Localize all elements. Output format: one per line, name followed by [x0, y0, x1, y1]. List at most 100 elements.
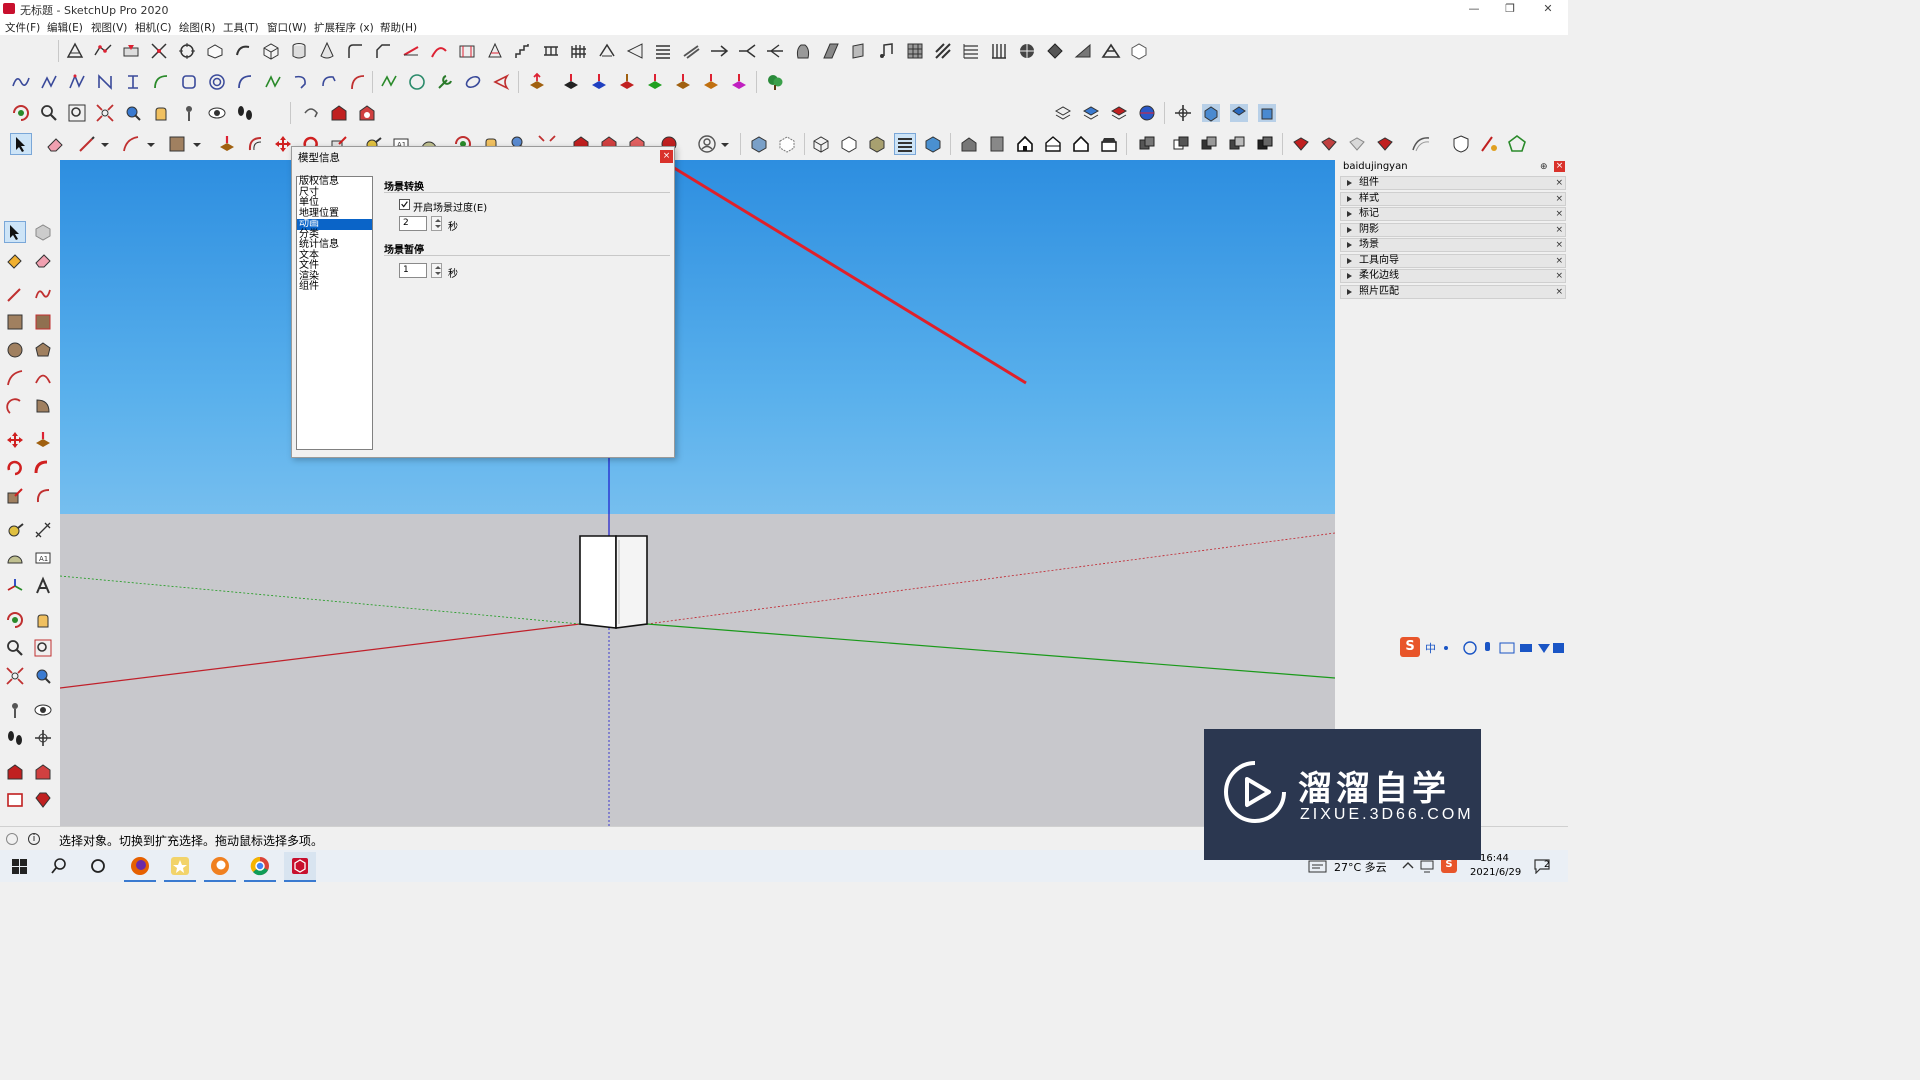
weather-icon[interactable] [1308, 859, 1328, 873]
arrow-pair-icon[interactable] [708, 40, 730, 62]
ellipse-tilt-icon[interactable] [462, 71, 484, 93]
cylinder-icon[interactable] [288, 40, 310, 62]
left-zoom-icon[interactable] [4, 637, 26, 659]
left-pushpull-icon[interactable] [32, 429, 54, 451]
house-icon[interactable] [1014, 133, 1036, 155]
cone-icon[interactable] [316, 40, 338, 62]
extrude-e-icon[interactable] [672, 71, 694, 93]
shape-dropdown-icon[interactable] [190, 133, 204, 155]
square-outline-icon[interactable] [178, 71, 200, 93]
zoom-icon[interactable] [38, 102, 60, 124]
extrude-f-icon[interactable] [700, 71, 722, 93]
tray-item-shadows[interactable]: 阴影 × [1340, 222, 1566, 237]
menu-view[interactable]: 视图(V) [91, 20, 127, 35]
left-select-icon[interactable] [4, 221, 26, 243]
solid-intersect-icon[interactable] [1170, 133, 1192, 155]
category-units[interactable]: 单位 [297, 197, 372, 209]
left-protractor-icon[interactable] [4, 547, 26, 569]
tray-item-components[interactable]: 组件 × [1340, 176, 1566, 190]
columns-icon[interactable] [988, 40, 1010, 62]
left-polygon-icon[interactable] [32, 339, 54, 361]
search-icon[interactable] [51, 858, 67, 874]
offset-icon[interactable] [244, 133, 266, 155]
ramp-icon[interactable] [1072, 40, 1094, 62]
menu-help[interactable]: 帮助(H) [380, 20, 417, 35]
branch-tool-icon[interactable] [764, 40, 786, 62]
position-camera-icon[interactable] [178, 102, 200, 124]
notification-center[interactable]: 2 [1534, 858, 1554, 875]
grid-b-icon[interactable] [932, 40, 954, 62]
triangle-tool-icon[interactable] [624, 40, 646, 62]
bezier-icon[interactable] [10, 71, 32, 93]
left-move-icon[interactable] [4, 429, 26, 451]
extrude-c-icon[interactable] [616, 71, 638, 93]
left-arc-icon[interactable] [4, 367, 26, 389]
left-dimension-icon[interactable] [32, 519, 54, 541]
style-backedges-icon[interactable] [776, 133, 798, 155]
section-plane-d-icon[interactable] [1136, 102, 1158, 124]
user-dropdown-icon[interactable] [718, 133, 732, 155]
outer-shell-icon[interactable] [1290, 133, 1312, 155]
left-eraser-icon[interactable] [32, 249, 54, 271]
view-top-b-icon[interactable] [986, 133, 1008, 155]
menu-window[interactable]: 窗口(W) [267, 20, 307, 35]
category-components[interactable]: 组件 [297, 281, 372, 293]
axes-icon[interactable] [1172, 102, 1194, 124]
taskbar-chrome[interactable] [244, 852, 276, 882]
view-front-icon[interactable] [1256, 102, 1278, 124]
clock-time[interactable]: 16:44 [1480, 853, 1509, 864]
warehouse-c-icon[interactable] [1346, 133, 1368, 155]
extrude-icon[interactable] [526, 71, 548, 93]
line-tool-icon[interactable] [76, 133, 98, 155]
sandbox-scratch-icon[interactable] [92, 40, 114, 62]
grid-a-icon[interactable] [904, 40, 926, 62]
view-iso-icon[interactable] [1200, 102, 1222, 124]
extrude-b-icon[interactable] [588, 71, 610, 93]
taskbar-firefox-2[interactable] [204, 852, 236, 882]
section-plane-c-icon[interactable] [1108, 102, 1130, 124]
extrude-a-icon[interactable] [560, 71, 582, 93]
left-layout-icon[interactable] [4, 789, 26, 811]
walk-icon[interactable] [234, 102, 256, 124]
add-detail-icon[interactable] [204, 40, 226, 62]
left-rotated-rect-icon[interactable] [32, 311, 54, 333]
cube-outline-icon[interactable] [1128, 40, 1150, 62]
door-tool-icon[interactable] [848, 40, 870, 62]
sector-icon[interactable] [490, 71, 512, 93]
extrude-g-icon[interactable] [728, 71, 750, 93]
user-account-icon[interactable] [696, 133, 718, 155]
look-around-icon[interactable] [206, 102, 228, 124]
warehouse-b-icon[interactable] [1318, 133, 1340, 155]
left-3dtext-icon[interactable] [32, 575, 54, 597]
style-textured-icon[interactable] [894, 133, 916, 155]
category-copyright[interactable]: 版权信息 [297, 176, 372, 188]
left-section-icon[interactable] [32, 727, 54, 749]
arc-dropdown-icon[interactable] [144, 133, 158, 155]
tree-icon[interactable] [764, 71, 786, 93]
geo-status-icon[interactable] [6, 833, 18, 845]
zoom-window-icon[interactable] [66, 102, 88, 124]
tray-close-icon[interactable]: × [1554, 161, 1565, 172]
hatch-a-icon[interactable] [820, 40, 842, 62]
hand-undo-icon[interactable] [300, 102, 322, 124]
arc-blue-icon[interactable] [234, 71, 256, 93]
split-tool-icon[interactable] [736, 40, 758, 62]
music-tool-icon[interactable] [876, 40, 898, 62]
scene-transition-checkbox[interactable] [399, 199, 410, 210]
extension-warehouse-icon[interactable] [356, 102, 378, 124]
loft-icon[interactable] [484, 40, 506, 62]
fillet-icon[interactable] [344, 40, 366, 62]
tray-item-instructor[interactable]: 工具向导 × [1340, 253, 1566, 268]
spiral-icon[interactable] [206, 71, 228, 93]
left-text-icon[interactable]: A1 [32, 547, 54, 569]
left-walk-icon[interactable] [4, 727, 26, 749]
line-dropdown-icon[interactable] [98, 133, 112, 155]
solid-trim-icon[interactable] [1226, 133, 1248, 155]
push-pull-icon[interactable] [216, 133, 238, 155]
close-button[interactable]: ✕ [1530, 0, 1566, 18]
hook-icon[interactable] [290, 71, 312, 93]
select-tool-icon[interactable] [10, 133, 32, 155]
pencil-shape-icon[interactable] [1478, 133, 1500, 155]
spline-icon[interactable] [66, 71, 88, 93]
slice-tool-icon[interactable] [680, 40, 702, 62]
